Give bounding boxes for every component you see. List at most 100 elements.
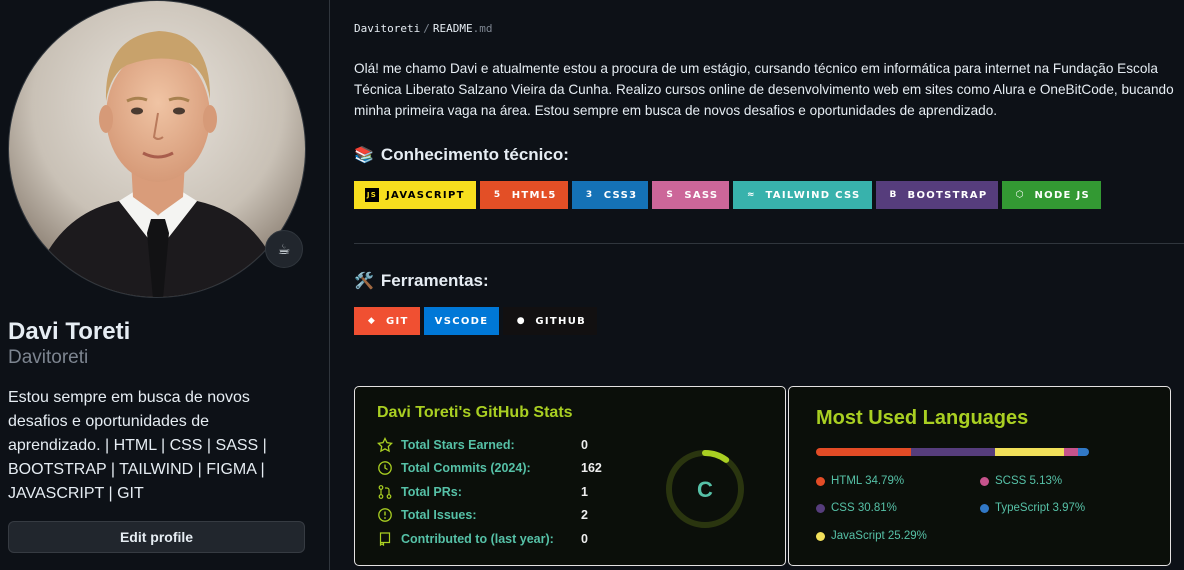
stat-label: Total Issues:	[401, 508, 477, 523]
tech-badge-sass[interactable]: S SASS	[652, 181, 730, 209]
language-color-dot	[816, 531, 825, 541]
language-bar-segment	[995, 448, 1065, 456]
badge-label: JAVASCRIPT	[386, 189, 465, 201]
github-icon: ●	[516, 315, 526, 326]
sass-icon: S	[666, 189, 675, 200]
history-icon	[378, 461, 392, 476]
badge-label: SASS	[684, 189, 719, 201]
star-icon	[377, 437, 393, 453]
tools-heading: 🛠️ Ferramentas:	[354, 271, 489, 291]
top-languages-card[interactable]: Most Used Languages HTML 34.79% CSS 30.81…	[788, 386, 1171, 566]
tech-badge-javascript[interactable]: JS JAVASCRIPT	[354, 181, 476, 209]
language-color-dot	[816, 503, 825, 513]
tools-heading-text: Ferramentas:	[380, 271, 489, 290]
profile-bio: Estou sempre em busca de novos desafios …	[8, 389, 267, 502]
tech-badge-css3[interactable]: 3 CSS3	[571, 181, 649, 209]
nodejs-icon: ⬡	[1015, 189, 1026, 200]
language-item-css: CSS 30.81%	[816, 502, 897, 514]
profile-name: Davi Toreti	[8, 318, 131, 345]
coffee-icon: ☕	[277, 241, 291, 257]
language-item-scss: SCSS 5.13%	[980, 475, 1062, 487]
html5-icon: 5	[493, 189, 502, 200]
avatar-photo	[9, 1, 305, 297]
stat-label: Total Stars Earned:	[401, 438, 515, 452]
section-divider	[354, 243, 1184, 244]
pull-request-icon	[378, 484, 392, 499]
repo-icon	[379, 531, 391, 546]
readme-intro-paragraph: Olá! me chamo Davi e atualmente estou a …	[354, 61, 1174, 118]
language-bar-segment	[1064, 448, 1079, 456]
tools-icon: 🛠️	[354, 273, 374, 290]
language-color-dot	[980, 476, 989, 486]
tech-badge-node-js[interactable]: ⬡ NODE JS	[1002, 181, 1101, 209]
readme-panel: Davitoreti / README.md Olá! me chamo Davi …	[329, 0, 1184, 570]
language-color-dot	[980, 503, 989, 513]
badge-label: TAILWIND CSS	[765, 189, 861, 201]
git-icon: ◆	[367, 315, 377, 326]
rank-circle: C	[666, 450, 744, 528]
knowledge-heading-text: Conhecimento técnico:	[380, 145, 569, 164]
rank-letter: C	[697, 477, 713, 502]
language-bar-segment	[1078, 448, 1089, 456]
breadcrumb-file[interactable]: README	[433, 22, 473, 35]
tech-badge-tailwind-css[interactable]: ≈ TAILWIND CSS	[733, 181, 872, 209]
language-label: CSS 30.81%	[831, 502, 897, 514]
tech-badge-html5[interactable]: 5 HTML5	[479, 181, 568, 209]
badge-label: GITHUB	[535, 315, 587, 327]
avatar[interactable]	[8, 0, 306, 298]
stat-label: Total Commits (2024):	[401, 461, 531, 476]
stat-row: Total Commits (2024): 162	[377, 459, 602, 477]
language-bar-segment	[816, 448, 911, 456]
breadcrumb-separator: /	[423, 22, 430, 35]
language-color-dot	[816, 476, 825, 486]
stat-label: Total PRs:	[401, 484, 462, 499]
tool-badge-github[interactable]: ● GITHUB	[503, 307, 598, 335]
tech-badges-row: JS JAVASCRIPT 5 HTML5 3 CSS3 S SASS ≈ TAILWIND CS…	[354, 181, 1101, 209]
languages-progress-bar	[816, 448, 1089, 456]
javascript-icon: JS	[365, 188, 379, 202]
stat-value: 0	[581, 531, 588, 546]
language-item-typescript: TypeScript 3.97%	[980, 502, 1085, 514]
stat-row: Contributed to (last year): 0	[377, 530, 588, 548]
badge-label: CSS3	[603, 189, 638, 201]
badge-label: VSCODE	[434, 315, 489, 327]
bootstrap-icon: B	[889, 189, 898, 200]
set-status-button[interactable]: ☕	[265, 230, 303, 268]
stat-row: Total PRs: 1	[377, 483, 588, 501]
tool-badge-git[interactable]: ◆ GIT	[354, 307, 420, 335]
language-item-html: HTML 34.79%	[816, 475, 904, 487]
language-label: HTML 34.79%	[831, 475, 905, 487]
stat-value: 1	[581, 484, 588, 499]
language-bar-segment	[910, 448, 996, 456]
language-label: JavaScript 25.29%	[831, 530, 927, 542]
badge-label: BOOTSTRAP	[907, 189, 988, 201]
tool-badge-vscode[interactable]: VSCODE	[423, 307, 500, 335]
books-icon: 📚	[354, 147, 374, 164]
knowledge-heading: 📚 Conhecimento técnico:	[354, 145, 569, 165]
stat-row: Total Issues: 2	[377, 506, 588, 524]
badge-label: HTML5	[511, 189, 557, 201]
avatar-container: ☕	[8, 0, 306, 298]
language-label: TypeScript 3.97%	[995, 502, 1086, 514]
breadcrumb-owner-link[interactable]: Davitoreti	[354, 22, 420, 35]
language-label: SCSS 5.13%	[995, 475, 1063, 487]
stat-value: 2	[581, 508, 588, 523]
css3-icon: 3	[585, 189, 594, 200]
github-stats-card[interactable]: Davi Toreti's GitHub Stats Total Stars E…	[354, 386, 786, 566]
stat-row: Total Stars Earned: 0	[377, 436, 588, 454]
edit-profile-button[interactable]: Edit profile	[8, 521, 305, 553]
stats-title: Davi Toreti's GitHub Stats	[377, 404, 573, 421]
stat-value: 0	[581, 438, 588, 452]
language-item-javascript: JavaScript 25.29%	[816, 530, 927, 542]
stat-value: 162	[581, 461, 602, 476]
profile-sidebar: ☕ Davi Toreti Davitoreti Estou sempre em…	[0, 0, 330, 570]
stat-label: Contributed to (last year):	[401, 531, 554, 546]
tech-badge-bootstrap[interactable]: B BOOTSTRAP	[875, 181, 999, 209]
tailwind-icon: ≈	[747, 189, 756, 200]
profile-username: Davitoreti	[8, 347, 89, 368]
languages-title: Most Used Languages	[816, 407, 1029, 429]
issue-icon	[378, 508, 392, 523]
badge-label: GIT	[386, 315, 409, 327]
badge-label: NODE JS	[1034, 189, 1090, 201]
breadcrumb-file-extension: .md	[472, 22, 493, 35]
